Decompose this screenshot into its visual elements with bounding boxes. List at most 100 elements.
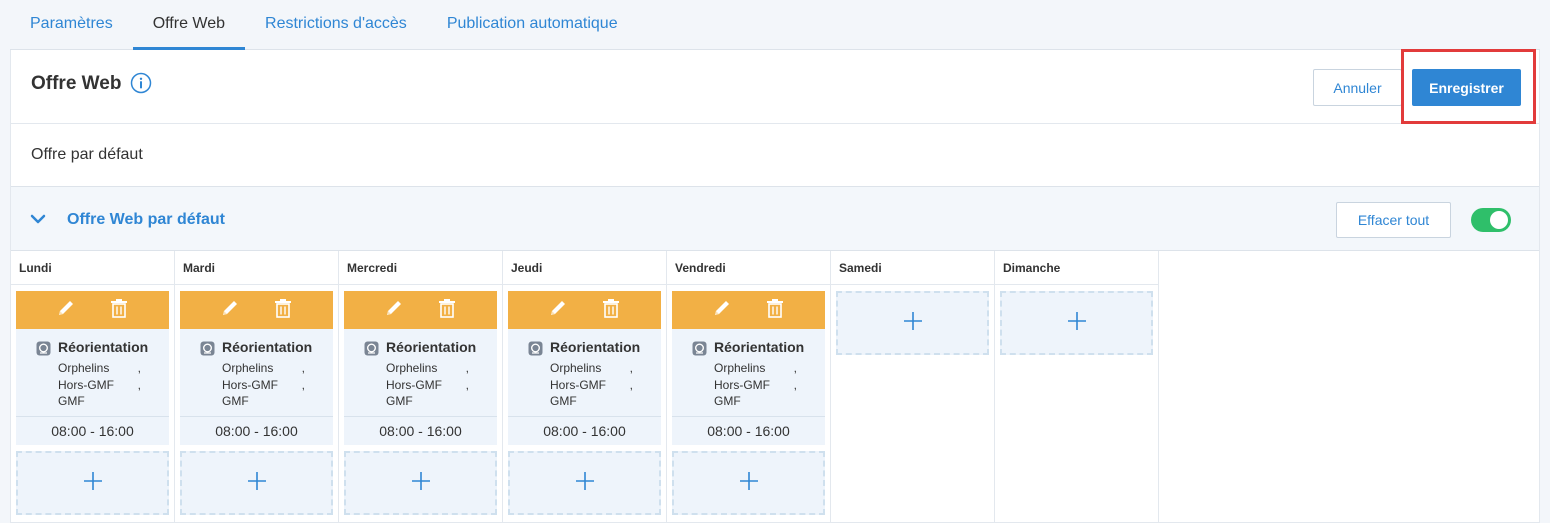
week-schedule: Lundi Réorientation Orphelins, Hors-GMF, G… [11, 251, 1159, 523]
card-line-text: Orphelins [550, 361, 602, 375]
card-line: Hors-GMF, [550, 377, 633, 394]
card-line: GMF [386, 393, 469, 410]
add-slot-button[interactable] [836, 291, 989, 355]
card-line: GMF [222, 393, 305, 410]
add-slot-button[interactable] [16, 451, 169, 515]
tab-restrictions-acces[interactable]: Restrictions d'accès [245, 0, 427, 50]
card-toolbar [344, 291, 497, 329]
card-toolbar [672, 291, 825, 329]
cancel-button[interactable]: Annuler [1313, 69, 1402, 106]
default-offer-row: Offre par défaut [11, 124, 1539, 187]
card-line-separator: , [465, 361, 469, 375]
card-line: Orphelins, [550, 360, 633, 377]
availability-card[interactable]: Réorientation Orphelins, Hors-GMF, GMF 08:… [344, 291, 497, 445]
trash-icon[interactable] [600, 297, 622, 324]
default-offer-label: Offre par défaut [31, 146, 143, 163]
day-name: Jeudi [503, 251, 666, 285]
add-slot-button[interactable] [180, 451, 333, 515]
plus-icon [903, 311, 923, 336]
card-line-text: Hors-GMF [386, 377, 442, 392]
pencil-icon[interactable] [547, 297, 569, 324]
add-slot-button[interactable] [344, 451, 497, 515]
trash-icon[interactable] [764, 297, 786, 324]
day-column: Vendredi Réorientation Orphelins, Hors-GM… [667, 251, 831, 523]
plus-icon [739, 471, 759, 496]
pencil-icon[interactable] [219, 297, 241, 324]
tab-bar: Paramètres Offre Web Restrictions d'accè… [10, 0, 1540, 50]
day-name: Samedi [831, 251, 994, 285]
card-line: GMF [58, 393, 141, 410]
card-line: Hors-GMF, [714, 377, 797, 394]
card-line-text: Hors-GMF [222, 377, 278, 392]
card-line-separator: , [793, 361, 797, 375]
card-line-separator: , [301, 361, 305, 375]
tab-offre-web[interactable]: Offre Web [132, 0, 246, 50]
card-line-separator: , [137, 377, 141, 392]
card-lines: Orphelins, Hors-GMF, GMF [550, 360, 633, 410]
day-column: Lundi Réorientation Orphelins, Hors-GMF, G… [11, 251, 175, 523]
availability-card[interactable]: Réorientation Orphelins, Hors-GMF, GMF 08:… [508, 291, 661, 445]
day-name: Dimanche [995, 251, 1158, 285]
card-type: Réorientation [58, 339, 149, 355]
pencil-icon[interactable] [55, 297, 77, 324]
reorientation-type-icon [200, 341, 215, 356]
card-line-text: GMF [386, 394, 413, 408]
day-name: Mardi [175, 251, 338, 285]
card-line: Orphelins, [714, 360, 797, 377]
toggle-knob [1490, 211, 1508, 229]
day-column: Mardi Réorientation Orphelins, Hors-GMF, G… [175, 251, 339, 523]
availability-card[interactable]: Réorientation Orphelins, Hors-GMF, GMF 08:… [180, 291, 333, 445]
trash-icon[interactable] [436, 297, 458, 324]
day-column: Dimanche [995, 251, 1159, 523]
card-line: Hors-GMF, [386, 377, 469, 394]
card-line: Orphelins, [58, 360, 141, 377]
card-line-text: Orphelins [58, 361, 110, 375]
tab-parametres[interactable]: Paramètres [10, 0, 133, 50]
reorientation-type-icon [364, 341, 379, 356]
card-line-separator: , [137, 361, 141, 375]
card-line-text: GMF [58, 394, 85, 408]
pencil-icon[interactable] [383, 297, 405, 324]
trash-icon[interactable] [272, 297, 294, 324]
add-slot-button[interactable] [672, 451, 825, 515]
plus-icon [411, 471, 431, 496]
card-body: Réorientation Orphelins, Hors-GMF, GMF [344, 329, 497, 417]
day-column: Mercredi Réorientation Orphelins, Hors-GM… [339, 251, 503, 523]
chevron-down-icon[interactable] [29, 210, 47, 228]
tab-publication-automatique[interactable]: Publication automatique [427, 0, 638, 50]
card-type: Réorientation [386, 339, 477, 355]
card-line-separator: , [465, 377, 469, 392]
card-line-text: GMF [550, 394, 577, 408]
page-title: Offre Web [31, 73, 122, 94]
card-body: Réorientation Orphelins, Hors-GMF, GMF [180, 329, 333, 417]
day-column: Jeudi Réorientation Orphelins, Hors-GMF, G… [503, 251, 667, 523]
plus-icon [247, 471, 267, 496]
save-button[interactable]: Enregistrer [1412, 69, 1521, 106]
offre-web-panel: Offre Web Annuler Enregistrer Offre par … [10, 49, 1540, 523]
card-line-text: Hors-GMF [714, 377, 770, 392]
add-slot-button[interactable] [508, 451, 661, 515]
trash-icon[interactable] [108, 297, 130, 324]
reorientation-type-icon [528, 341, 543, 356]
day-column: Samedi [831, 251, 995, 523]
availability-card[interactable]: Réorientation Orphelins, Hors-GMF, GMF 08:… [672, 291, 825, 445]
day-name: Lundi [11, 251, 174, 285]
clear-all-button[interactable]: Effacer tout [1336, 202, 1451, 238]
add-slot-button[interactable] [1000, 291, 1153, 355]
availability-card[interactable]: Réorientation Orphelins, Hors-GMF, GMF 08:… [16, 291, 169, 445]
card-line: GMF [550, 393, 633, 410]
card-line-text: Hors-GMF [550, 377, 606, 392]
plus-icon [83, 471, 103, 496]
info-circle-icon[interactable] [130, 72, 152, 94]
card-line: GMF [714, 393, 797, 410]
reorientation-type-icon [36, 341, 51, 356]
section-title[interactable]: Offre Web par défaut [67, 211, 225, 229]
offer-enabled-toggle[interactable] [1471, 208, 1511, 232]
panel-header: Offre Web Annuler Enregistrer [11, 49, 1539, 124]
card-line-text: Orphelins [386, 361, 438, 375]
card-body: Réorientation Orphelins, Hors-GMF, GMF [508, 329, 661, 417]
card-line: Hors-GMF, [58, 377, 141, 394]
card-lines: Orphelins, Hors-GMF, GMF [222, 360, 305, 410]
pencil-icon[interactable] [711, 297, 733, 324]
card-time: 08:00 - 16:00 [379, 423, 462, 439]
